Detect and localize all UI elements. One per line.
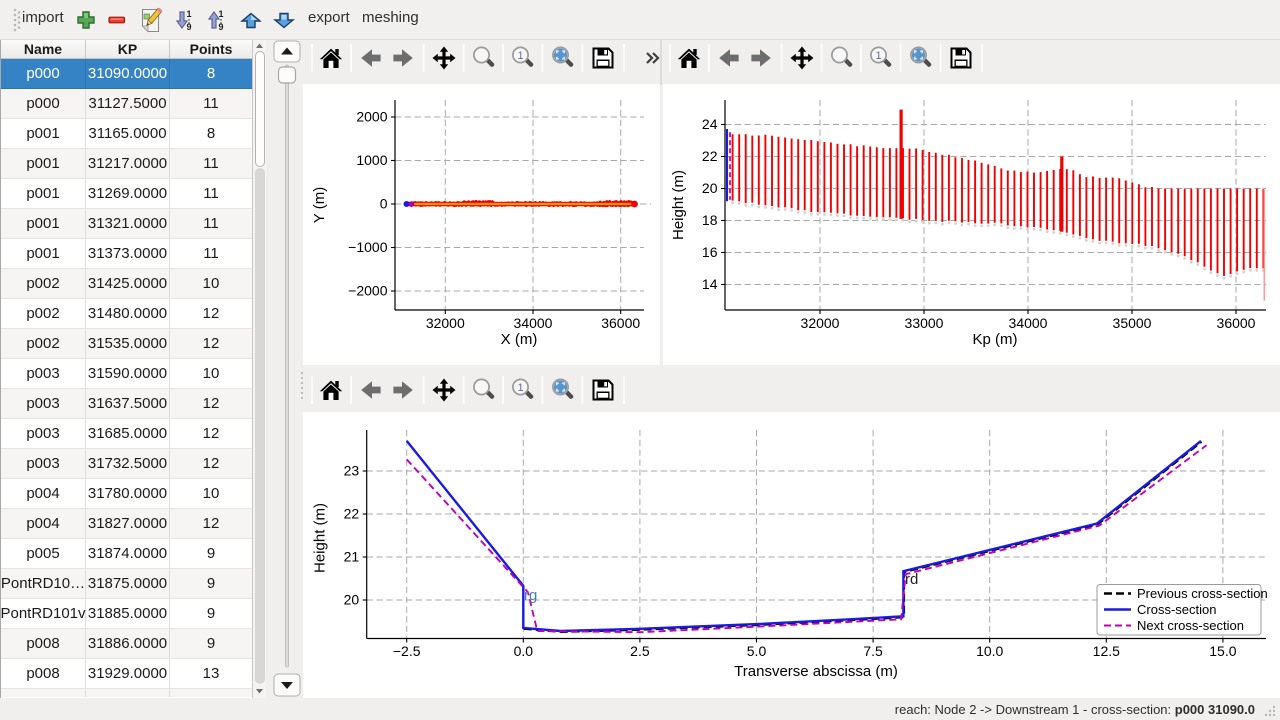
svg-text:−1000: −1000	[348, 239, 388, 255]
svg-text:18: 18	[702, 212, 718, 228]
svg-text:36000: 36000	[1217, 315, 1256, 331]
svg-text:0.0: 0.0	[514, 643, 534, 659]
svg-text:1000: 1000	[356, 152, 387, 168]
svg-text:1: 1	[186, 9, 191, 19]
svg-text:20: 20	[702, 180, 718, 196]
svg-text:20: 20	[344, 592, 360, 608]
svg-text:1: 1	[218, 9, 223, 19]
svg-text:Y (m): Y (m)	[311, 187, 328, 223]
svg-text:−2000: −2000	[348, 283, 388, 299]
svg-text:32000: 32000	[801, 315, 840, 331]
svg-text:Previous cross-section: Previous cross-section	[1137, 586, 1268, 601]
svg-text:1: 1	[875, 50, 881, 62]
svg-text:Height (m): Height (m)	[312, 503, 329, 573]
svg-text:12.5: 12.5	[1093, 643, 1120, 659]
svg-text:Height (m): Height (m)	[670, 170, 687, 240]
svg-text:16: 16	[702, 244, 718, 260]
svg-text:rg: rg	[524, 587, 537, 604]
svg-text:5.0: 5.0	[747, 643, 767, 659]
svg-text:2000: 2000	[356, 109, 387, 125]
svg-text:21: 21	[344, 549, 360, 565]
svg-text:Next cross-section: Next cross-section	[1137, 618, 1244, 633]
svg-text:−2.5: −2.5	[393, 643, 421, 659]
svg-text:34000: 34000	[1009, 315, 1048, 331]
svg-text:2.5: 2.5	[630, 643, 650, 659]
svg-text:10.0: 10.0	[976, 643, 1003, 659]
svg-text:0: 0	[380, 196, 388, 212]
svg-text:X (m): X (m)	[501, 331, 538, 348]
svg-text:rd: rd	[905, 571, 918, 588]
svg-text:23: 23	[344, 463, 360, 479]
svg-text:24: 24	[702, 116, 718, 132]
svg-text:32000: 32000	[426, 315, 465, 331]
svg-text:22: 22	[702, 148, 718, 164]
svg-text:22: 22	[344, 506, 360, 522]
svg-text:1: 1	[517, 382, 523, 394]
svg-text:34000: 34000	[514, 315, 553, 331]
svg-text:Cross-section: Cross-section	[1137, 602, 1216, 617]
svg-text:35000: 35000	[1113, 315, 1152, 331]
svg-text:36000: 36000	[601, 315, 640, 331]
svg-text:1: 1	[517, 50, 523, 62]
svg-text:Kp (m): Kp (m)	[973, 331, 1018, 348]
svg-text:15.0: 15.0	[1209, 643, 1236, 659]
svg-text:Transverse abscissa (m): Transverse abscissa (m)	[734, 663, 898, 680]
svg-text:33000: 33000	[905, 315, 944, 331]
svg-text:7.5: 7.5	[863, 643, 883, 659]
svg-text:14: 14	[702, 276, 718, 292]
